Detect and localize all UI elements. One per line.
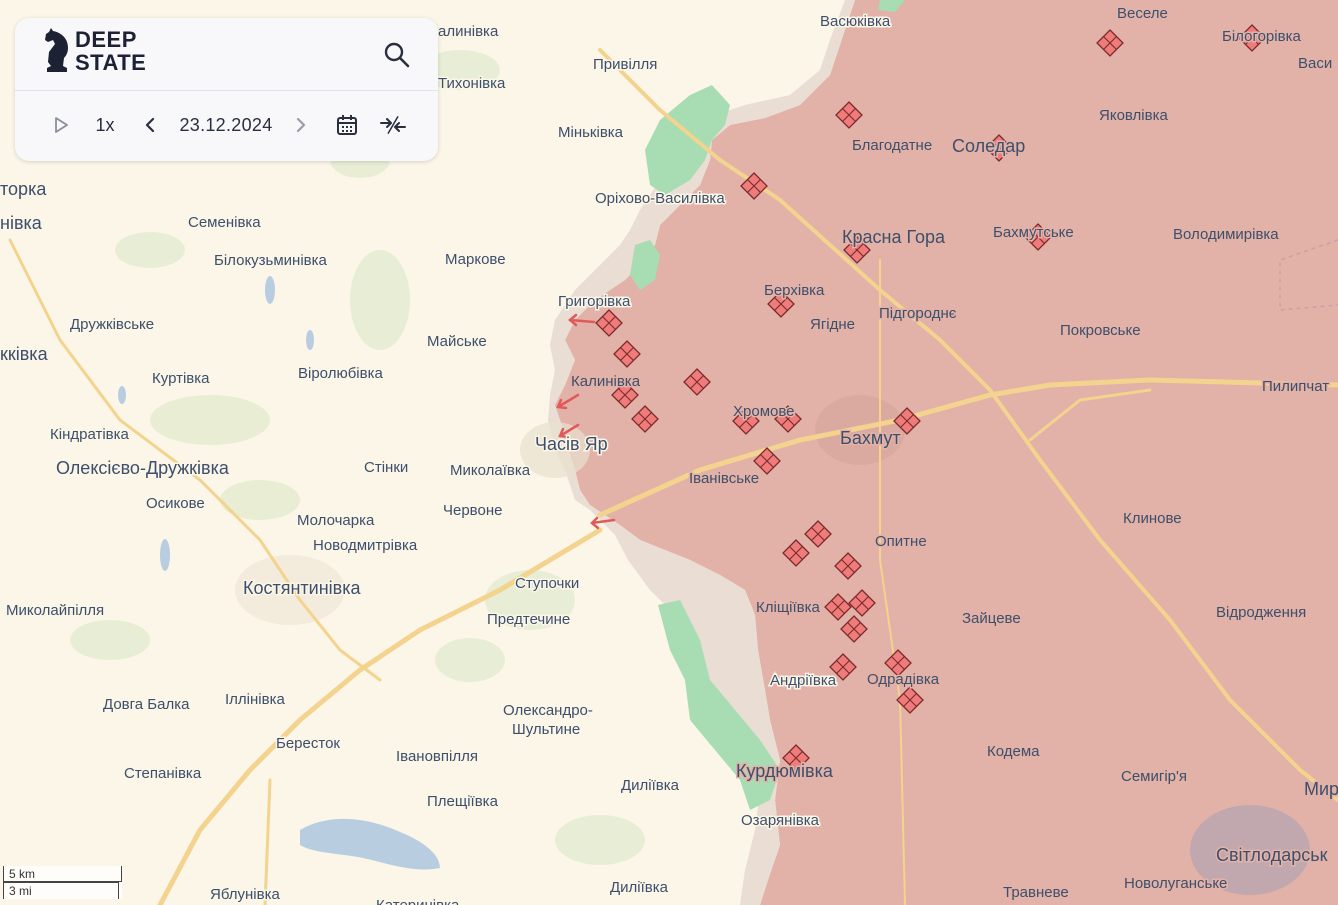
place-label: Підгороднє: [879, 305, 957, 322]
place-label: Бахмутське: [993, 224, 1074, 241]
place-label: нівка: [0, 213, 43, 233]
place-label: Володимирівка: [1173, 226, 1279, 243]
place-label: Яковлівка: [1099, 107, 1168, 124]
place-label: алинівка: [438, 23, 499, 40]
next-date-button[interactable]: [291, 110, 311, 140]
place-label: Тихонівка: [438, 75, 506, 92]
playback-speed[interactable]: 1x: [91, 110, 119, 140]
place-label: Дружківське: [70, 316, 154, 333]
control-panel: DEEP STATE 1x 23.12.2024: [15, 18, 438, 161]
chevron-right-icon: [296, 117, 306, 133]
place-label: Яблунівка: [210, 886, 280, 903]
place-label: Олександро-: [503, 702, 593, 719]
place-label: Предтечине: [487, 611, 570, 628]
compare-button[interactable]: [379, 110, 407, 140]
play-icon: [55, 117, 68, 133]
place-label: Зайцеве: [962, 610, 1021, 627]
logo-text-line1: DEEP: [75, 27, 137, 52]
place-label: Дилiївка: [610, 879, 669, 896]
place-label: Молочарка: [297, 512, 375, 529]
place-label: Озарянівка: [741, 812, 820, 829]
place-label: Травневе: [1003, 884, 1069, 901]
panel-divider: [15, 90, 438, 91]
place-label: Миколаївка: [450, 462, 531, 479]
place-label: Ступочки: [515, 575, 579, 592]
place-label: Бахмут: [840, 428, 901, 448]
place-label: Часів Яр: [535, 434, 608, 454]
place-label: Куртівка: [152, 370, 210, 387]
knight-logo-icon: [45, 28, 68, 72]
calendar-icon: [337, 115, 357, 135]
place-label: Новолуганське: [1124, 875, 1227, 892]
place-label: Миколайпілля: [6, 602, 104, 619]
place-label: Іванівське: [689, 470, 759, 487]
collapse-arrows-icon: [380, 115, 406, 135]
play-button[interactable]: [49, 110, 73, 140]
place-label: Опитне: [875, 533, 927, 550]
place-label: Клинове: [1123, 510, 1182, 527]
place-label: Васи: [1298, 55, 1332, 72]
place-label: Світлодарськ: [1216, 845, 1328, 865]
place-label: Стінки: [364, 459, 408, 476]
place-label: Андріївка: [770, 672, 837, 689]
place-label: Дилiївка: [621, 777, 680, 794]
current-date[interactable]: 23.12.2024: [175, 110, 277, 140]
logo-text-line2: STATE: [75, 50, 147, 75]
place-label: Привілля: [593, 56, 657, 73]
place-label: Благодатне: [852, 137, 932, 154]
previous-date-button[interactable]: [140, 110, 160, 140]
map-scale: 5 km 3 mi: [3, 866, 122, 899]
place-label: Курдюмівка: [736, 761, 834, 781]
place-label: Костянтинівка: [243, 578, 361, 598]
place-label: Осикове: [146, 495, 205, 512]
place-label: Міньківка: [558, 124, 624, 141]
place-label: Соледар: [952, 136, 1025, 156]
place-label: Васюківка: [820, 13, 891, 30]
deepstate-logo[interactable]: DEEP STATE: [43, 28, 146, 74]
place-label: Красна Гора: [842, 227, 946, 247]
scale-mi: 3 mi: [3, 882, 119, 899]
search-button[interactable]: [382, 40, 412, 70]
place-label: Білогорівка: [1222, 28, 1301, 45]
place-label: Кліщіївка: [756, 599, 821, 616]
place-label: Кодема: [987, 743, 1040, 760]
place-label: Маркове: [445, 251, 506, 268]
place-label: Григорівка: [558, 293, 631, 310]
place-label: Плещіївка: [427, 793, 499, 810]
place-label: Веселе: [1117, 5, 1168, 22]
place-label: Відродження: [1216, 604, 1306, 621]
place-label: Ягідне: [810, 316, 855, 333]
place-label: кківка: [0, 344, 49, 364]
place-label: Майське: [427, 333, 487, 350]
place-label: Шультине: [512, 721, 580, 738]
place-label: Бересток: [276, 735, 340, 752]
place-label: Покровське: [1060, 322, 1141, 339]
search-icon: [384, 42, 410, 68]
place-label: Степанівка: [124, 765, 202, 782]
place-label: Катеринівка: [376, 897, 460, 905]
place-label: Білокузьминівка: [214, 252, 328, 269]
place-label: Віролюбівка: [298, 365, 383, 382]
place-label: торка: [0, 179, 47, 199]
place-label: Кіндратівка: [50, 426, 130, 443]
place-label: Берхівка: [764, 282, 825, 299]
place-label: Калинівка: [571, 373, 641, 390]
place-label: Пилипчат: [1262, 378, 1329, 395]
scale-km: 5 km: [3, 866, 122, 882]
place-label: Новодмитрівка: [313, 537, 418, 554]
place-label: Мир: [1304, 779, 1338, 799]
place-label: Одрадівка: [867, 671, 940, 688]
place-label: Червоне: [443, 502, 502, 519]
place-label: Семигір'я: [1121, 768, 1187, 785]
place-label: Оріхово-Василівка: [595, 190, 725, 207]
calendar-button[interactable]: [335, 110, 359, 140]
place-label: Іллінівка: [225, 691, 285, 708]
place-label: Івановпілля: [396, 748, 478, 765]
place-label: Олексієво-Дружківка: [56, 458, 230, 478]
place-label: Хромове: [733, 403, 795, 420]
chevron-left-icon: [145, 117, 155, 133]
place-label: Довга Балка: [103, 696, 190, 713]
place-label: Семенівка: [188, 214, 261, 231]
